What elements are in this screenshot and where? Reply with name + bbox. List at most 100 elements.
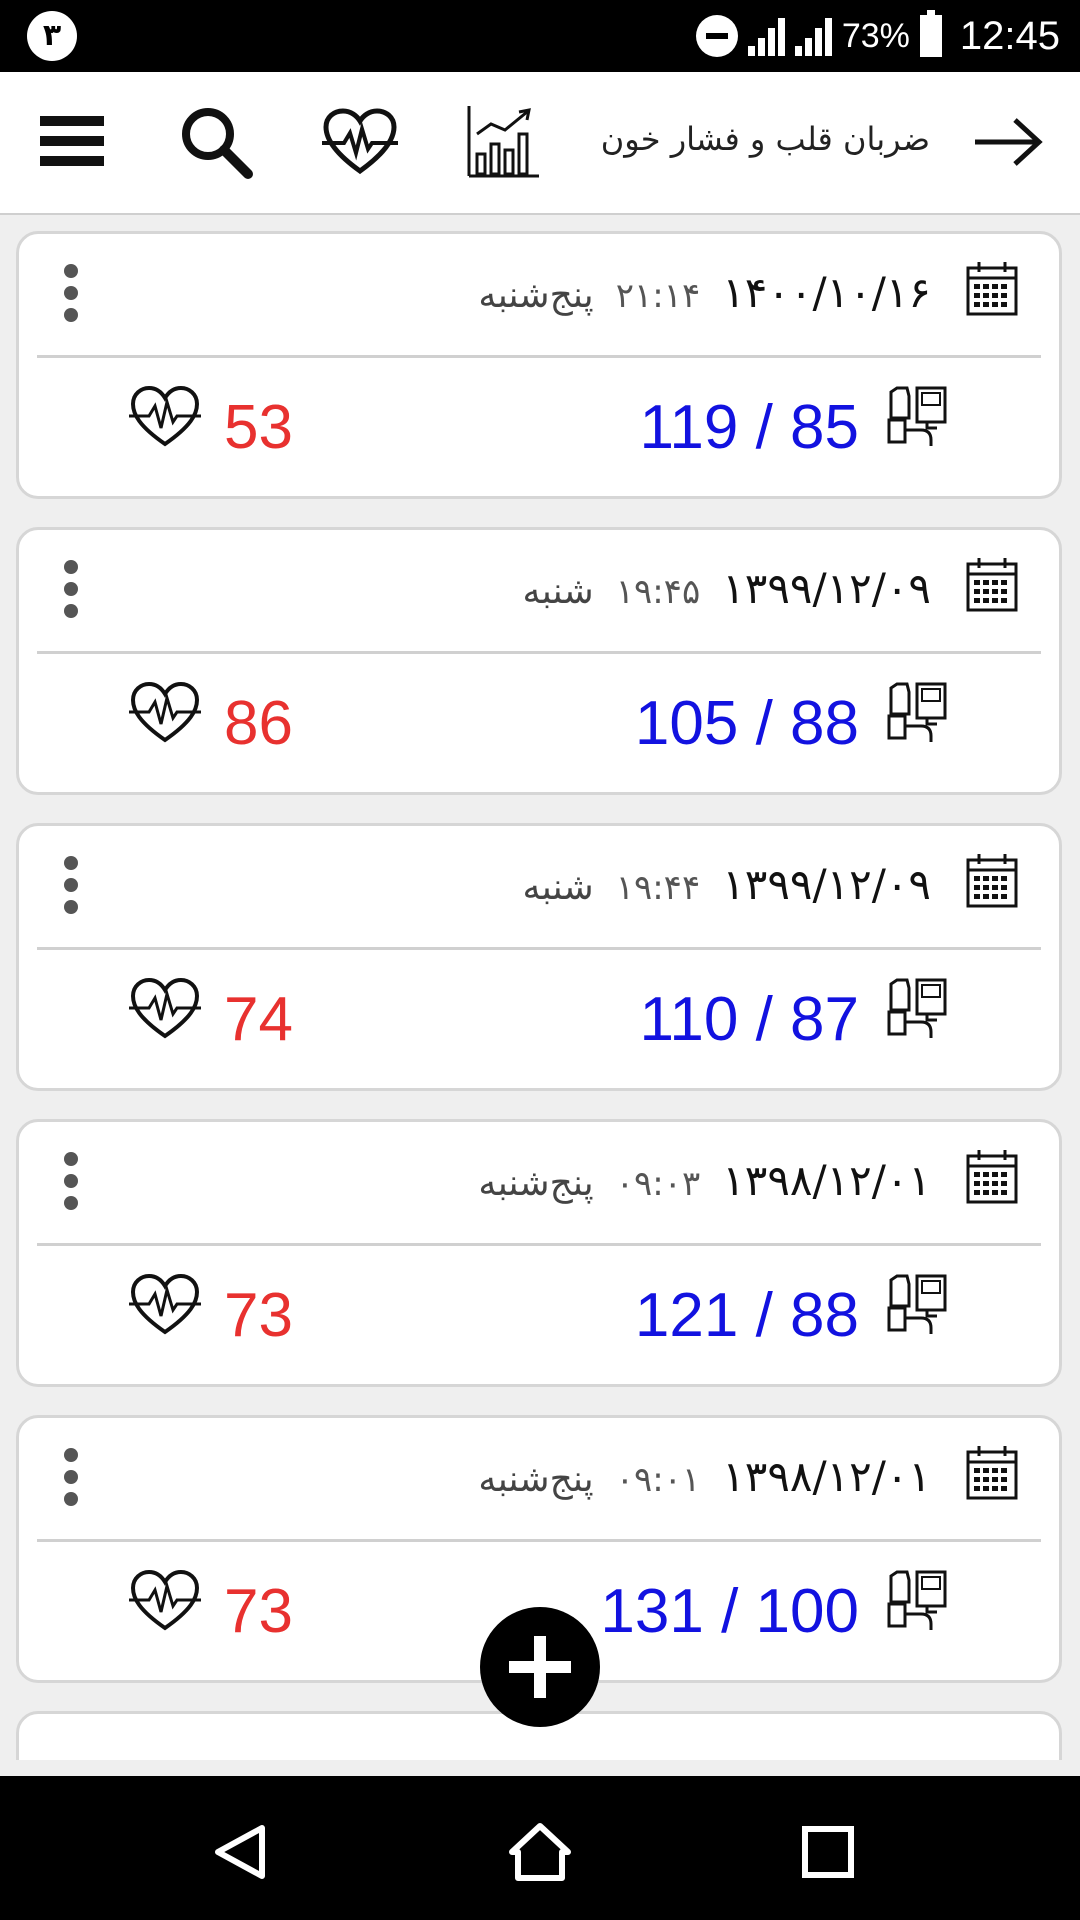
- record-day: پنج‌شنبه: [478, 275, 594, 316]
- record-header: ۱۳۹۹/۱۲/۰۹ ۱۹:۴۴ شنبه: [19, 826, 1059, 950]
- pulse-value: 73: [224, 1577, 293, 1646]
- dot-icon: [64, 1174, 78, 1188]
- dot-icon: [64, 1470, 78, 1484]
- record-card[interactable]: ۱۳۹۸/۱۲/۰۱ ۰۹:۰۳ پنج‌شنبه 73 121 /: [16, 1119, 1062, 1387]
- more-options-button[interactable]: [59, 1448, 83, 1512]
- nav-home-button[interactable]: [500, 1812, 580, 1892]
- clock: 12:45: [959, 13, 1060, 58]
- heartbeat-icon: [322, 108, 398, 175]
- status-bar: ۳ 73% 12:45: [0, 0, 1080, 72]
- add-record-button[interactable]: [480, 1607, 600, 1727]
- record-card[interactable]: ۱۴۰۰/۱۰/۱۶ ۲۱:۱۴ پنج‌شنبه 53 119 /: [16, 231, 1062, 499]
- signal-no-data-icon: [747, 16, 785, 56]
- record-time: ۲۱:۱۴: [615, 276, 701, 316]
- record-time: ۰۹:۰۱: [615, 1460, 701, 1500]
- more-options-button[interactable]: [59, 856, 83, 920]
- battery-icon: [919, 10, 942, 57]
- chart-button[interactable]: [455, 94, 551, 190]
- back-button[interactable]: [960, 94, 1056, 190]
- dot-icon: [64, 1196, 78, 1210]
- calendar-icon: [966, 1150, 1018, 1204]
- dot-icon: [64, 604, 78, 618]
- nav-recents-button[interactable]: [788, 1812, 868, 1892]
- record-header: ۱۴۰۰/۱۰/۱۶ ۲۱:۱۴ پنج‌شنبه: [19, 234, 1059, 358]
- calendar-icon: [966, 1446, 1018, 1500]
- blood-pressure-value: 121 / 88: [634, 1281, 859, 1350]
- divider: [37, 1243, 1041, 1246]
- dot-icon: [64, 582, 78, 596]
- blood-pressure-value: 110 / 87: [639, 985, 859, 1054]
- record-header: ۱۳۹۸/۱۲/۰۱ ۰۹:۰۳ پنج‌شنبه: [19, 1122, 1059, 1246]
- plus-icon: [509, 1636, 571, 1698]
- pulse-value: 53: [224, 393, 293, 462]
- heart-rate-icon: [129, 1273, 201, 1335]
- blood-pressure-value: 119 / 85: [639, 393, 859, 462]
- dot-icon: [64, 878, 78, 892]
- search-icon: [182, 108, 253, 179]
- record-date: ۱۳۹۸/۱۲/۰۱: [722, 1156, 931, 1205]
- signal-icon: [794, 16, 832, 56]
- blood-pressure-value: 131 / 100: [600, 1577, 859, 1646]
- record-date: ۱۳۹۹/۱۲/۰۹: [722, 860, 931, 909]
- blood-pressure-monitor-icon: [887, 978, 947, 1038]
- dot-icon: [64, 308, 78, 322]
- record-header: ۱۳۹۹/۱۲/۰۹ ۱۹:۴۵ شنبه: [19, 530, 1059, 654]
- dot-icon: [64, 560, 78, 574]
- do-not-disturb-icon: [695, 15, 738, 57]
- divider: [37, 1539, 1041, 1542]
- pulse-value: 86: [224, 689, 293, 758]
- nav-back-button[interactable]: [200, 1812, 280, 1892]
- record-header: ۱۳۹۸/۱۲/۰۱ ۰۹:۰۱ پنج‌شنبه: [19, 1418, 1059, 1542]
- menu-icon: [40, 116, 104, 166]
- record-card[interactable]: ۱۳۹۹/۱۲/۰۹ ۱۹:۴۵ شنبه 86 105 / 88: [16, 527, 1062, 795]
- calendar-icon: [966, 558, 1018, 612]
- heart-rate-icon: [129, 385, 201, 447]
- divider: [37, 355, 1041, 358]
- heart-rate-icon: [129, 681, 201, 743]
- record-time: ۱۹:۴۴: [615, 868, 701, 908]
- home-icon: [509, 1823, 571, 1881]
- divider: [37, 651, 1041, 654]
- blood-pressure-monitor-icon: [887, 1570, 947, 1630]
- heart-rate-icon: [129, 1569, 201, 1631]
- divider: [37, 947, 1041, 950]
- back-triangle-icon: [215, 1825, 265, 1879]
- more-options-button[interactable]: [59, 560, 83, 624]
- back-arrow-icon: [975, 118, 1043, 166]
- dot-icon: [64, 1448, 78, 1462]
- heart-rate-icon: [129, 977, 201, 1039]
- recents-icon: [802, 1826, 854, 1878]
- blood-pressure-monitor-icon: [887, 1274, 947, 1334]
- record-day: شنبه: [522, 571, 594, 612]
- dot-icon: [64, 1492, 78, 1506]
- record-day: شنبه: [522, 867, 594, 908]
- notification-badge: ۳: [27, 11, 77, 61]
- blood-pressure-monitor-icon: [887, 682, 947, 742]
- dot-icon: [64, 900, 78, 914]
- more-options-button[interactable]: [59, 264, 83, 328]
- search-button[interactable]: [168, 94, 264, 190]
- page-title: ضربان قلب و فشار خون: [600, 120, 930, 158]
- calendar-icon: [966, 262, 1018, 316]
- system-nav-bar: [0, 1776, 1080, 1920]
- pulse-value: 73: [224, 1281, 293, 1350]
- battery-percent: 73%: [841, 16, 910, 55]
- record-time: ۱۹:۴۵: [615, 572, 701, 612]
- dot-icon: [64, 286, 78, 300]
- record-day: پنج‌شنبه: [478, 1459, 594, 1500]
- record-card[interactable]: ۱۳۹۹/۱۲/۰۹ ۱۹:۴۴ شنبه 74 110 / 87: [16, 823, 1062, 1091]
- dot-icon: [64, 264, 78, 278]
- record-time: ۰۹:۰۳: [615, 1164, 701, 1204]
- dot-icon: [64, 856, 78, 870]
- record-day: پنج‌شنبه: [478, 1163, 594, 1204]
- menu-button[interactable]: [24, 94, 120, 190]
- more-options-button[interactable]: [59, 1152, 83, 1216]
- calendar-icon: [966, 854, 1018, 908]
- record-date: ۱۳۹۹/۱۲/۰۹: [722, 564, 931, 613]
- dot-icon: [64, 1152, 78, 1166]
- blood-pressure-value: 105 / 88: [634, 689, 859, 758]
- heart-rate-button[interactable]: [312, 94, 408, 190]
- record-date: ۱۴۰۰/۱۰/۱۶: [722, 268, 931, 317]
- chart-icon: [467, 106, 539, 178]
- records-list[interactable]: ۱۴۰۰/۱۰/۱۶ ۲۱:۱۴ پنج‌شنبه 53 119 /: [0, 215, 1080, 1760]
